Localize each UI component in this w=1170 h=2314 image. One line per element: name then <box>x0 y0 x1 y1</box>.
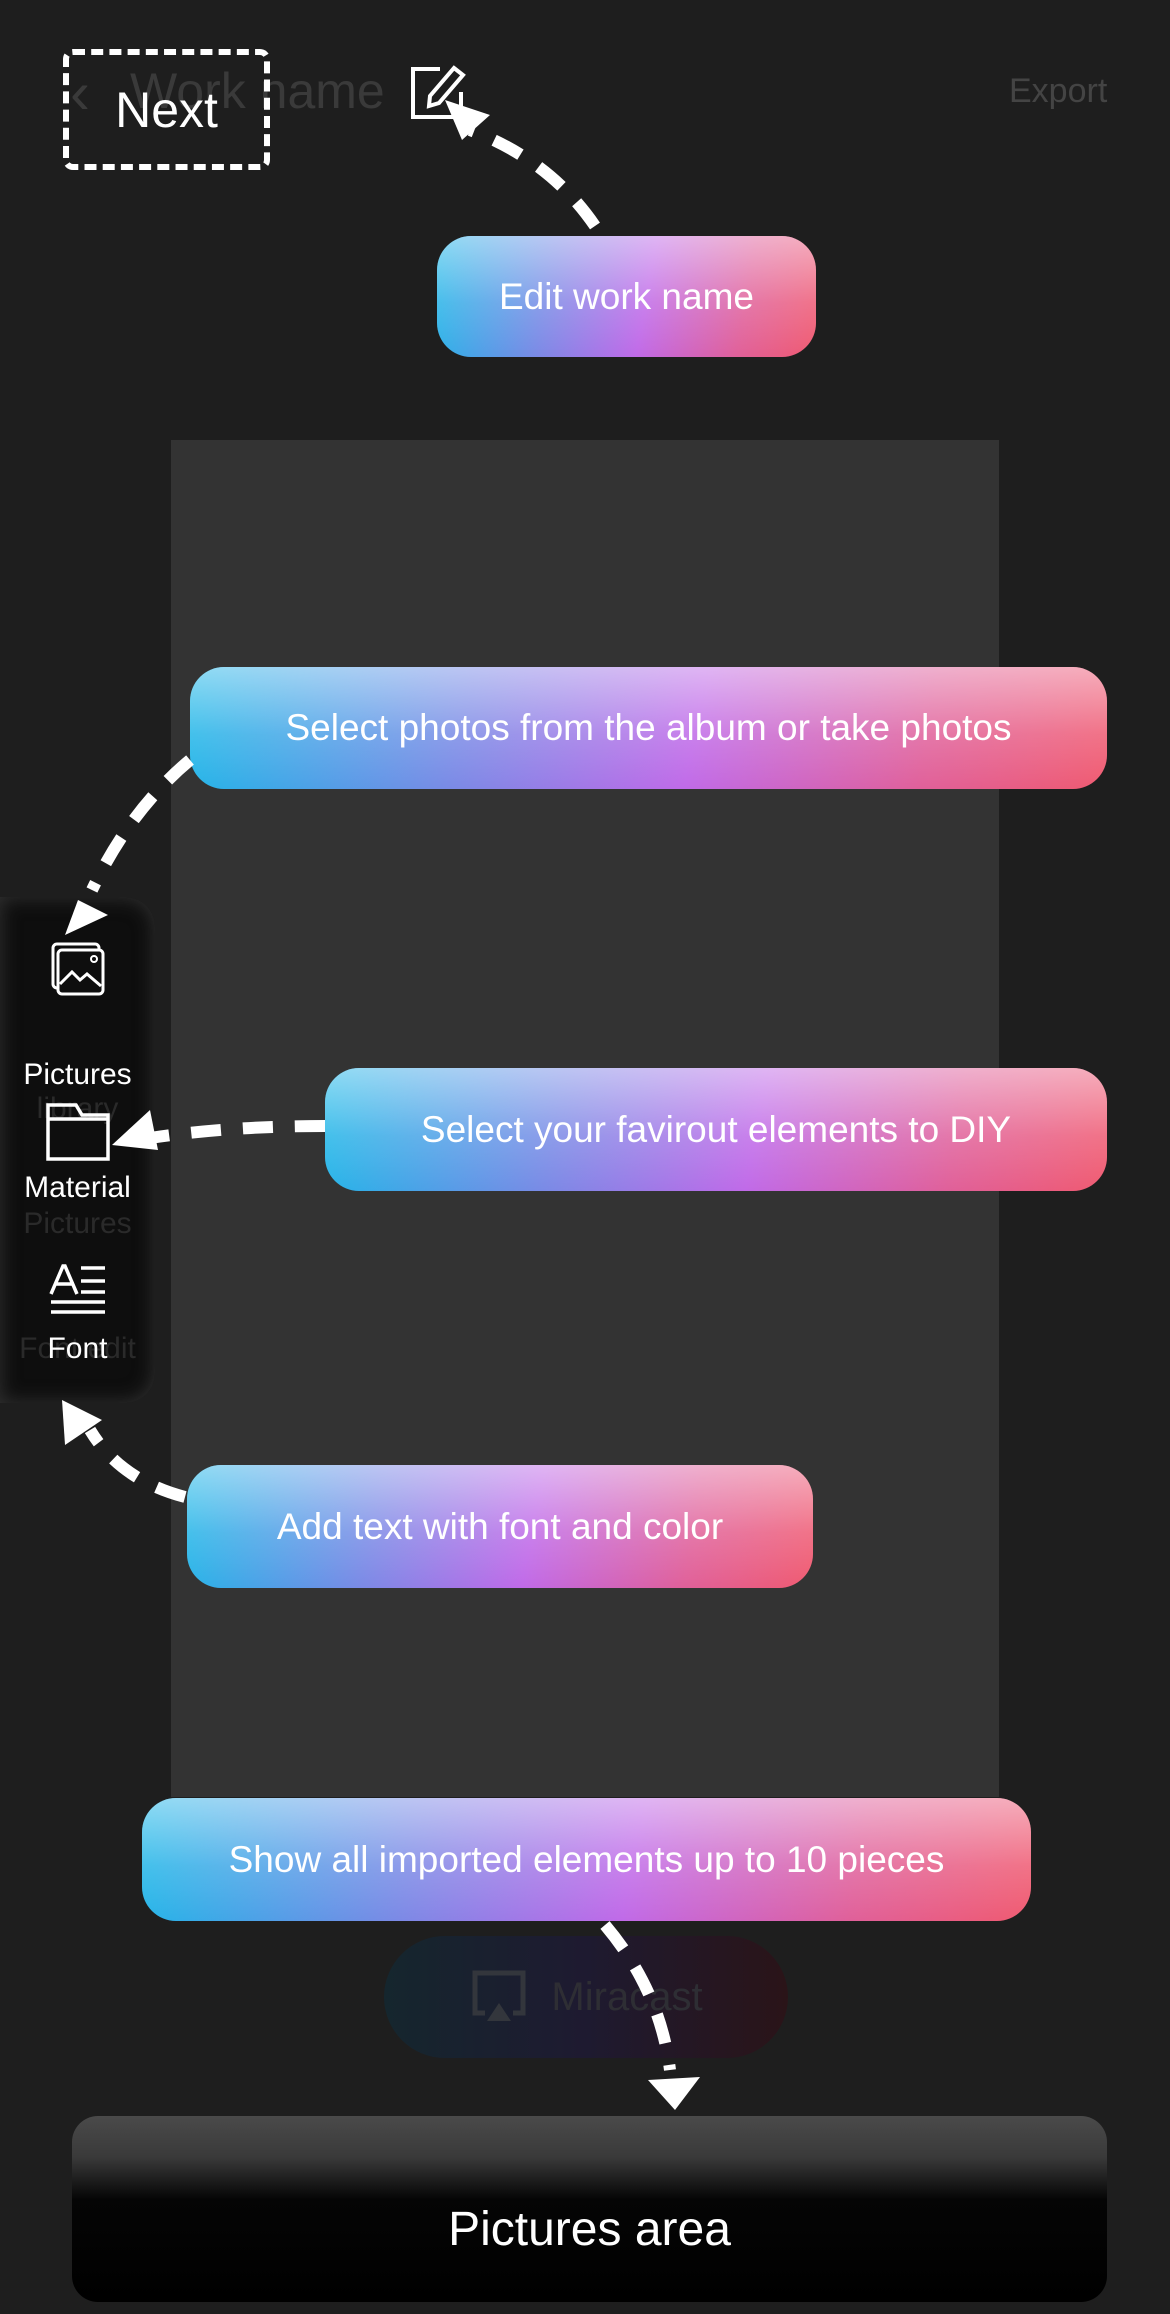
arrowhead-icon <box>112 1110 158 1150</box>
arrowhead-icon <box>445 100 490 140</box>
arrow-material <box>149 1120 326 1144</box>
guide-arrows <box>62 100 700 2110</box>
arrow-edit <box>467 124 600 230</box>
arrow-font <box>84 1426 187 1503</box>
arrowhead-icon <box>648 2077 700 2110</box>
arrowhead-icon <box>65 900 108 935</box>
arrow-pictures <box>86 755 194 893</box>
arrow-pictures-area <box>600 1921 676 2071</box>
